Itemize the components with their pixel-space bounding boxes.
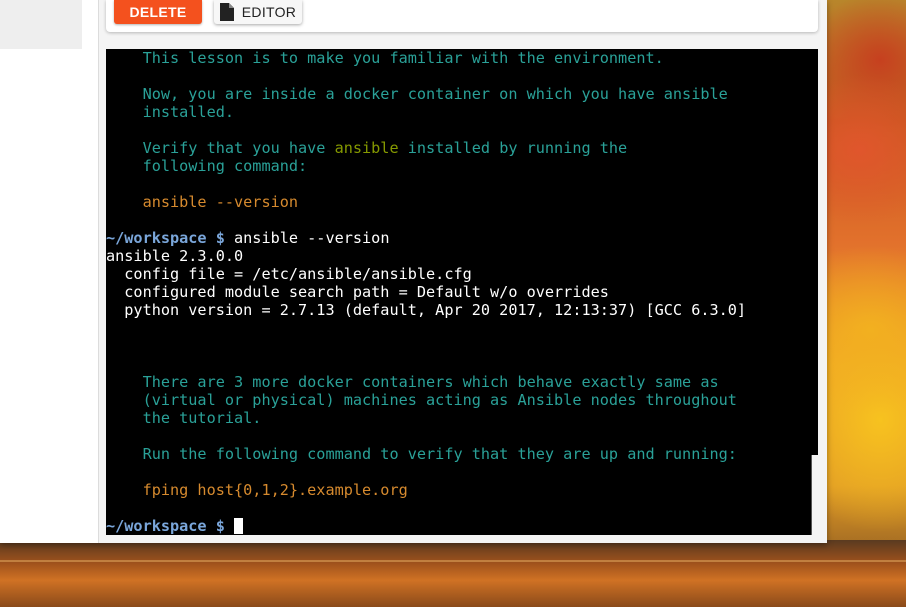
highlight-text: ansible bbox=[334, 139, 399, 157]
terminal-line: following command: bbox=[106, 157, 818, 175]
terminal-line: installed. bbox=[106, 103, 818, 121]
output-text: configured module search path = Default … bbox=[106, 283, 609, 301]
info-text: installed. bbox=[106, 103, 235, 121]
shell-prompt: ~/workspace $ bbox=[106, 517, 225, 535]
info-text: the tutorial. bbox=[106, 409, 262, 427]
terminal-line: config file = /etc/ansible/ansible.cfg bbox=[106, 265, 818, 283]
info-text: (virtual or physical) machines acting as… bbox=[106, 391, 737, 409]
info-text: Run the following command to verify that… bbox=[106, 445, 737, 463]
side-panel bbox=[0, 0, 99, 543]
info-text: following command: bbox=[106, 157, 308, 175]
file-icon bbox=[219, 3, 234, 21]
shell-prompt: ~/workspace $ bbox=[106, 229, 225, 247]
terminal-line: Now, you are inside a docker container o… bbox=[106, 85, 818, 103]
info-text: installed by running the bbox=[398, 139, 628, 157]
output-text: config file = /etc/ansible/ansible.cfg bbox=[106, 265, 472, 283]
info-text: Verify that you have bbox=[106, 139, 335, 157]
terminal-line: ansible 2.3.0.0 bbox=[106, 247, 818, 265]
terminal-line: ansible --version bbox=[106, 193, 818, 211]
info-text: There are 3 more docker containers which… bbox=[106, 373, 719, 391]
terminal-line: This lesson is to make you familiar with… bbox=[106, 49, 818, 67]
terminal-line: python version = 2.7.13 (default, Apr 20… bbox=[106, 301, 818, 319]
terminal-cursor bbox=[234, 518, 244, 534]
command-hint: fping host{0,1,2}.example.org bbox=[106, 481, 408, 499]
terminal[interactable]: This lesson is to make you familiar with… bbox=[106, 49, 818, 535]
toolbar: DELETE EDITOR bbox=[106, 0, 818, 32]
terminal-scrollbar[interactable] bbox=[811, 455, 819, 535]
command-hint: ansible --version bbox=[106, 193, 299, 211]
content-area: DELETE EDITOR This lesson is to make you… bbox=[99, 0, 827, 543]
terminal-line: the tutorial. bbox=[106, 409, 818, 427]
info-text: This lesson is to make you familiar with… bbox=[106, 49, 664, 67]
terminal-line: Run the following command to verify that… bbox=[106, 445, 818, 463]
output-text: ansible 2.3.0.0 bbox=[106, 247, 244, 265]
terminal-line: ~/workspace $ bbox=[106, 517, 818, 535]
app-window: DELETE EDITOR This lesson is to make you… bbox=[0, 0, 827, 543]
side-panel-block bbox=[0, 0, 82, 49]
terminal-line: There are 3 more docker containers which… bbox=[106, 373, 818, 391]
typed-command: ansible --version bbox=[224, 229, 390, 247]
output-text: python version = 2.7.13 (default, Apr 20… bbox=[106, 301, 747, 319]
terminal-line: configured module search path = Default … bbox=[106, 283, 818, 301]
delete-button-label: DELETE bbox=[129, 4, 187, 20]
editor-button-label: EDITOR bbox=[241, 4, 297, 20]
terminal-line: fping host{0,1,2}.example.org bbox=[106, 481, 818, 499]
wallpaper-lake bbox=[0, 540, 906, 607]
info-text: Now, you are inside a docker container o… bbox=[106, 85, 728, 103]
terminal-line: (virtual or physical) machines acting as… bbox=[106, 391, 818, 409]
editor-button[interactable]: EDITOR bbox=[214, 0, 302, 24]
terminal-line: ~/workspace $ ansible --version bbox=[106, 229, 818, 247]
delete-button[interactable]: DELETE bbox=[114, 0, 202, 24]
terminal-line: Verify that you have ansible installed b… bbox=[106, 139, 818, 157]
